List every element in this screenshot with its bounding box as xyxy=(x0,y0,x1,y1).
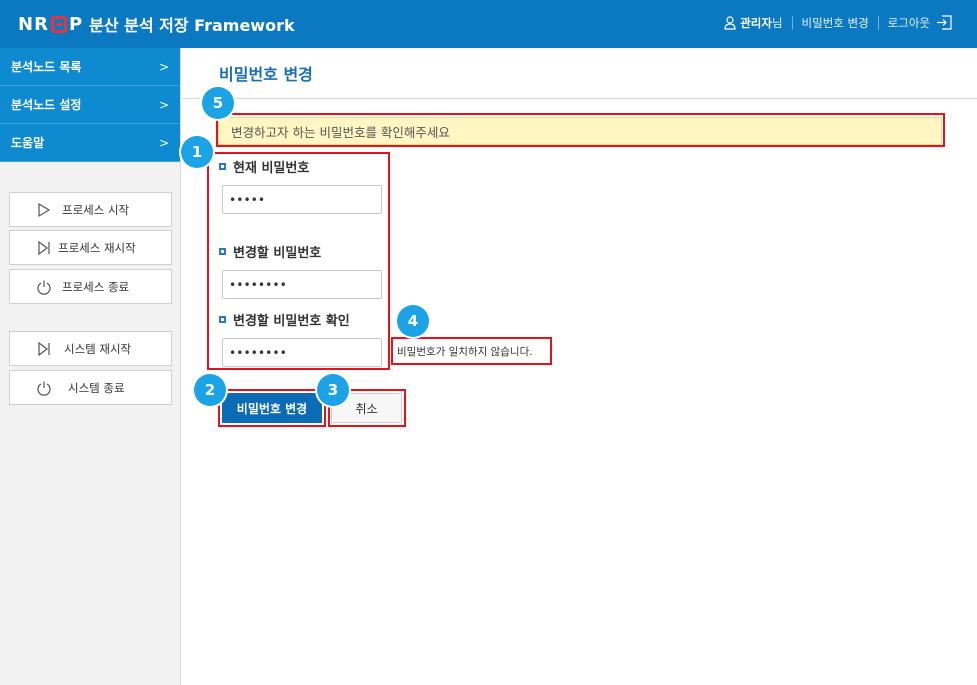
header-user-menu: 관리자 님 비밀번호 변경 로그아웃 xyxy=(724,14,953,31)
play-icon xyxy=(38,202,51,217)
confirm-password-label-text: 변경할 비밀번호 확인 xyxy=(233,314,350,329)
chevron-right-icon: > xyxy=(158,135,169,150)
restart-icon xyxy=(38,240,50,255)
process-start-button[interactable]: 프로세스 시작 xyxy=(9,192,172,227)
app-logo[interactable]: NRP 분산 분석 저장 Framework xyxy=(18,12,295,36)
system-restart-button[interactable]: 시스템 재시작 xyxy=(9,331,172,366)
sidebar-item-node-settings[interactable]: 분석노드 설정 > xyxy=(0,86,180,124)
notice-banner: 변경하고자 하는 비밀번호를 확인해주세요 xyxy=(218,117,942,145)
system-shutdown-label: 시스템 종료 xyxy=(68,380,125,395)
current-password-label-text: 현재 비밀번호 xyxy=(233,161,310,176)
sidebar-item-label: 분석노드 목록 xyxy=(11,60,82,74)
logo-text: 분산 분석 저장 Framework xyxy=(89,16,295,35)
page-title: 비밀번호 변경 xyxy=(219,65,313,84)
system-restart-label: 시스템 재시작 xyxy=(64,341,132,356)
new-password-label-text: 변경할 비밀번호 xyxy=(233,246,322,261)
restart-icon xyxy=(38,341,50,356)
admin-suffix: 님 xyxy=(771,15,783,30)
chevron-right-icon: > xyxy=(158,97,169,112)
header-divider xyxy=(791,15,793,30)
annotation-badge-1: 1 xyxy=(181,136,213,168)
current-password-input[interactable] xyxy=(222,185,382,214)
annotation-badge-3: 3 xyxy=(317,374,349,406)
sidebar-item-label: 분석노드 설정 xyxy=(11,98,82,112)
title-divider xyxy=(182,98,977,99)
confirm-password-input[interactable] xyxy=(222,338,382,367)
sidebar-item-label: 도움말 xyxy=(11,136,45,150)
bullet-square-icon xyxy=(219,316,226,323)
change-password-button[interactable]: 비밀번호 변경 xyxy=(222,393,322,423)
power-icon xyxy=(37,381,51,396)
admin-name: 관리자 xyxy=(740,15,772,30)
annotation-badge-2: 2 xyxy=(194,374,226,406)
process-restart-label: 프로세스 재시작 xyxy=(58,240,136,255)
power-icon xyxy=(37,280,51,295)
new-password-input[interactable] xyxy=(222,270,382,299)
logo-mark: NRP xyxy=(18,13,84,35)
new-password-label: 변경할 비밀번호 xyxy=(219,242,321,261)
confirm-password-label: 변경할 비밀번호 확인 xyxy=(219,310,350,329)
header-divider xyxy=(877,15,879,30)
sidebar-item-help[interactable]: 도움말 > xyxy=(0,124,180,162)
process-restart-button[interactable]: 프로세스 재시작 xyxy=(9,230,172,265)
process-stop-label: 프로세스 종료 xyxy=(62,279,130,294)
sidebar: 분석노드 목록 > 분석노드 설정 > 도움말 > 프로세스 시작 프로세스 재… xyxy=(0,48,181,685)
top-header: NRP 분산 분석 저장 Framework 관리자 님 비밀번호 변경 로그아… xyxy=(0,0,977,48)
logout-link[interactable]: 로그아웃 xyxy=(888,15,930,31)
process-stop-button[interactable]: 프로세스 종료 xyxy=(9,269,172,304)
bullet-square-icon xyxy=(219,163,226,170)
chevron-right-icon: > xyxy=(158,59,169,74)
bullet-square-icon xyxy=(219,248,226,255)
system-shutdown-button[interactable]: 시스템 종료 xyxy=(9,370,172,405)
logout-icon[interactable] xyxy=(936,14,953,31)
current-password-label: 현재 비밀번호 xyxy=(219,157,309,176)
sidebar-item-node-list[interactable]: 분석노드 목록 > xyxy=(0,48,180,86)
annotation-badge-4: 4 xyxy=(397,305,429,337)
process-start-label: 프로세스 시작 xyxy=(62,202,130,217)
user-icon xyxy=(724,15,736,30)
change-password-link[interactable]: 비밀번호 변경 xyxy=(802,15,869,31)
annotation-badge-5: 5 xyxy=(202,87,234,119)
password-mismatch-message: 비밀번호가 일치하지 않습니다. xyxy=(397,346,533,358)
